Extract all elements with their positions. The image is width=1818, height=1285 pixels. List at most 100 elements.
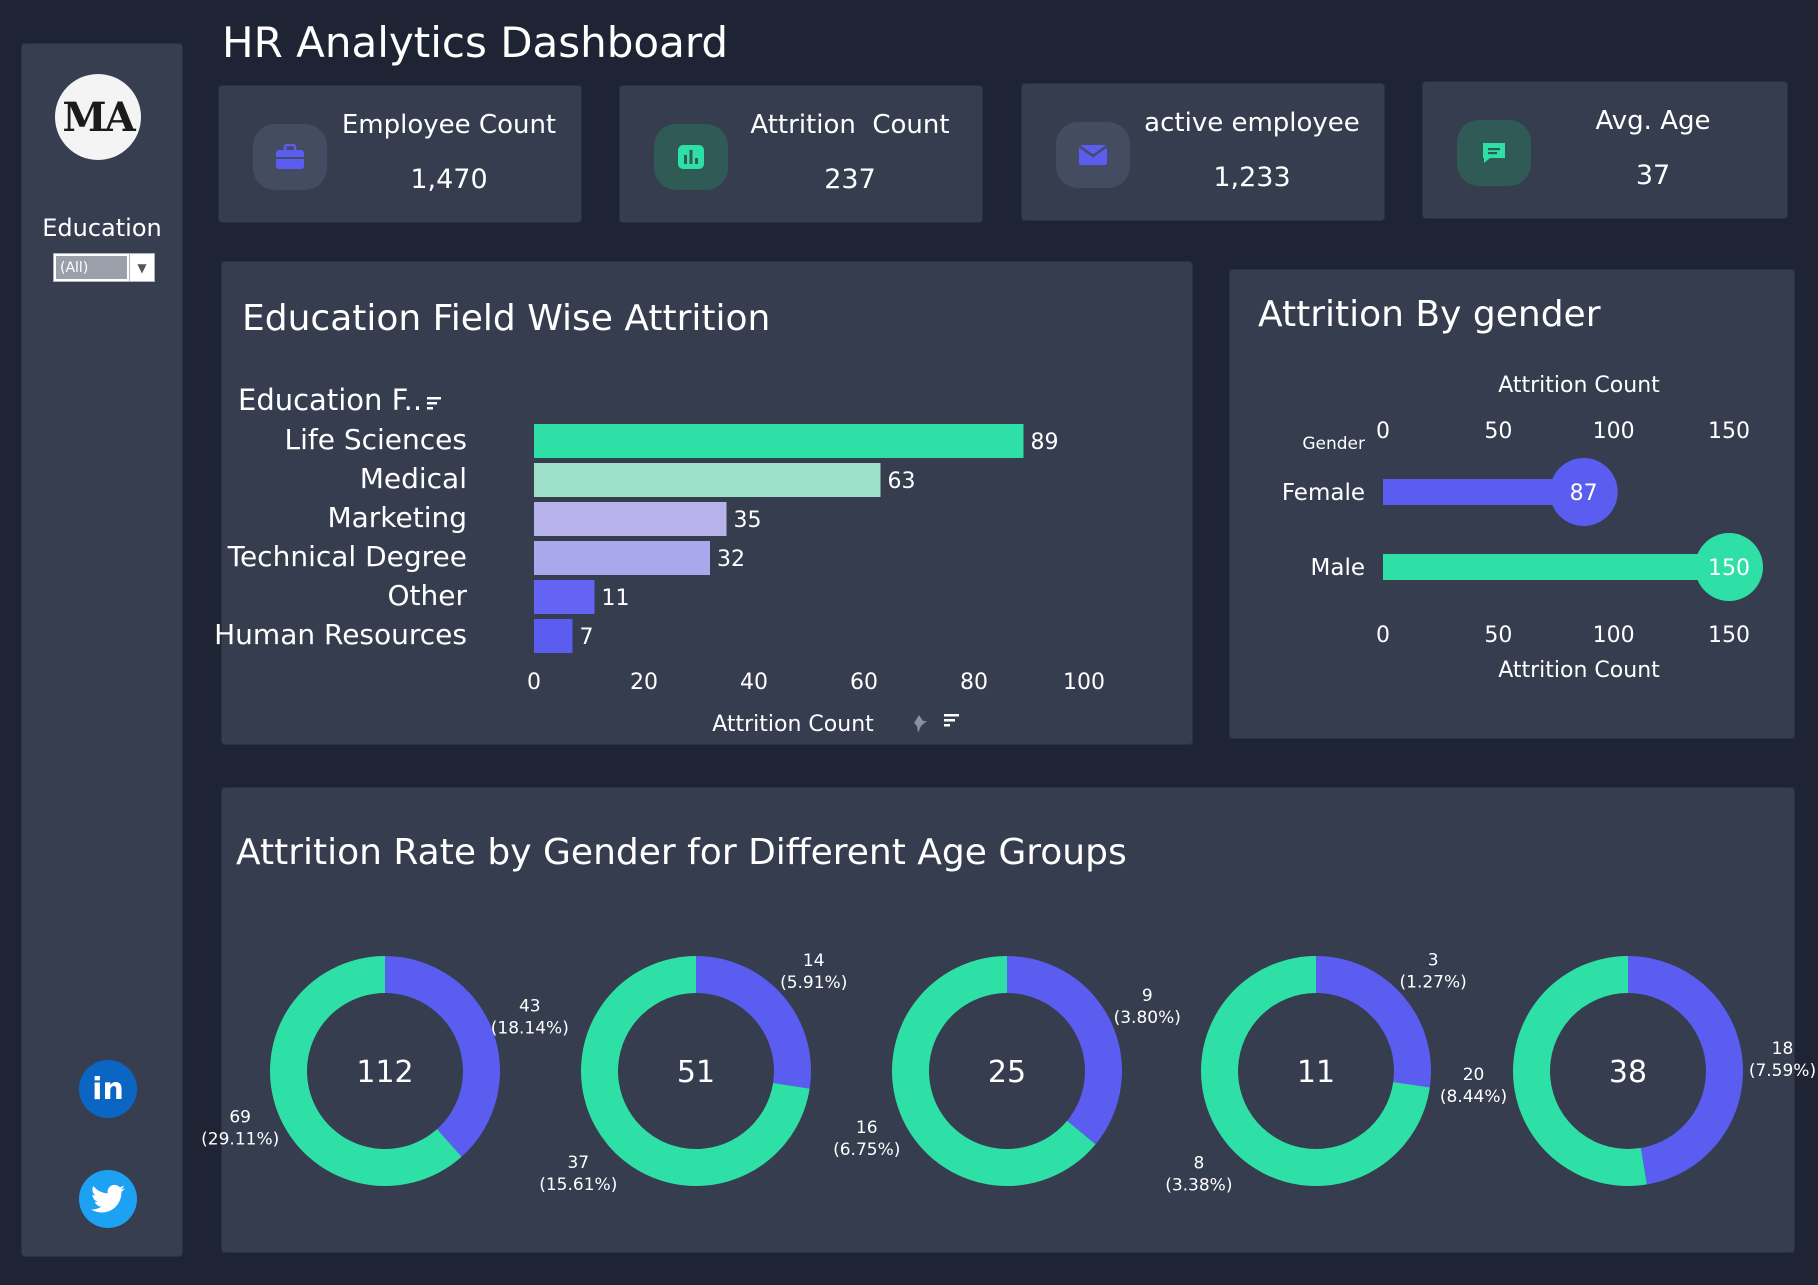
slice-percent-label: (15.61%) xyxy=(539,1175,617,1195)
slice-percent-label: (1.27%) xyxy=(1400,972,1467,992)
age-group-donut-charts: 112 43(18.14%) 69(29.11%) 51 14(5.91%) 37(15.… xyxy=(201,950,1816,1196)
kpi-label: active employee xyxy=(1144,108,1360,138)
sort-icon[interactable] xyxy=(427,397,441,410)
kpi-value: 1,233 xyxy=(1213,162,1291,193)
bar xyxy=(534,541,710,575)
age-group-attrition-panel: Attrition Rate by Gender for Different A… xyxy=(201,788,1816,1252)
donut-total: 112 xyxy=(356,1055,413,1090)
gender-lollipop-chart: Attrition Count Attrition Count Gender 0… xyxy=(1282,373,1763,683)
slice-percent-label: (8.44%) xyxy=(1440,1087,1507,1107)
sidebar: MA Education (All) ▼ in xyxy=(22,44,182,1256)
slice-value-label: 18 xyxy=(1772,1039,1794,1059)
x-tick-label-bottom: 50 xyxy=(1484,623,1512,648)
lollipop-bar xyxy=(1383,554,1729,580)
x-tick-label-top: 50 xyxy=(1484,419,1512,444)
slice-value-label: 8 xyxy=(1193,1154,1204,1174)
kpi-label: Employee Count xyxy=(341,110,557,140)
page-title: HR Analytics Dashboard xyxy=(222,18,729,67)
slice-value-label: 69 xyxy=(229,1107,251,1127)
chevron-down-icon[interactable]: ▼ xyxy=(129,254,154,281)
category-label: Life Sciences xyxy=(285,423,468,456)
bar-chart-icon xyxy=(654,124,728,190)
kpi-label: Attrition Count xyxy=(750,110,950,140)
bar xyxy=(534,580,595,614)
category-label: Marketing xyxy=(327,501,467,534)
x-tick-label-bottom: 150 xyxy=(1708,623,1750,648)
pin-icon[interactable] xyxy=(914,715,927,733)
slice-value-label: 9 xyxy=(1142,986,1153,1006)
donut-total: 11 xyxy=(1297,1055,1335,1090)
logo: MA xyxy=(55,74,141,160)
gender-axis-title: Gender xyxy=(1302,434,1365,454)
slice-percent-label: (5.91%) xyxy=(780,973,847,993)
slice-percent-label: (3.80%) xyxy=(1114,1008,1181,1028)
kpi-value: 237 xyxy=(824,164,876,195)
slice-value-label: 16 xyxy=(856,1118,878,1138)
category-label: Human Resources xyxy=(214,618,467,651)
x-tick-label-top: 0 xyxy=(1376,419,1390,444)
x-tick-label: 0 xyxy=(527,670,541,695)
education-bar-chart: Education F.. Life Sciences 89 Medical 63 Ma… xyxy=(214,383,1105,737)
education-filter-label: Education xyxy=(42,214,162,242)
slice-percent-label: (29.11%) xyxy=(201,1129,279,1149)
x-tick-label: 80 xyxy=(960,670,988,695)
data-label: 32 xyxy=(717,547,745,572)
gender-attrition-panel: Attrition By gender Attrition Count Attr… xyxy=(1230,270,1794,738)
kpi-card-employee-count: Employee Count 1,470 xyxy=(219,86,581,222)
x-tick-label-bottom: 100 xyxy=(1593,623,1635,648)
kpi-value: 1,470 xyxy=(410,164,488,195)
data-label: 150 xyxy=(1708,556,1750,581)
sort-icon[interactable] xyxy=(944,714,959,727)
slice-value-label: 20 xyxy=(1463,1065,1485,1085)
category-label: Male xyxy=(1311,555,1365,581)
x-tick-label-bottom: 0 xyxy=(1376,623,1390,648)
slice-value-label: 3 xyxy=(1428,950,1439,970)
envelope-icon xyxy=(1056,122,1130,188)
bar xyxy=(534,424,1024,458)
data-label: 89 xyxy=(1031,430,1059,455)
twitter-icon[interactable] xyxy=(79,1170,137,1228)
chat-icon xyxy=(1457,120,1531,186)
education-filter-select[interactable]: (All) ▼ xyxy=(53,253,155,282)
data-label: 7 xyxy=(580,625,594,650)
slice-value-label: 14 xyxy=(803,951,825,971)
x-tick-label-top: 150 xyxy=(1708,419,1750,444)
slice-value-label: 43 xyxy=(519,997,541,1017)
slice-percent-label: (7.59%) xyxy=(1749,1061,1816,1081)
x-tick-label: 60 xyxy=(850,670,878,695)
gender-x-axis-label-bottom: Attrition Count xyxy=(1498,658,1660,683)
kpi-card-active-employee: active employee 1,233 xyxy=(1022,84,1384,220)
data-label: 35 xyxy=(734,508,762,533)
slice-percent-label: (18.14%) xyxy=(491,1019,569,1039)
donut-slice xyxy=(1007,956,1122,1145)
education-filter-value: (All) xyxy=(56,256,127,279)
category-label: Female xyxy=(1282,480,1365,506)
kpi-value: 37 xyxy=(1635,160,1671,191)
x-tick-label-top: 100 xyxy=(1593,419,1635,444)
bar xyxy=(534,619,573,653)
slice-percent-label: (6.75%) xyxy=(833,1140,900,1160)
x-tick-label: 100 xyxy=(1063,670,1105,695)
data-label: 63 xyxy=(888,469,916,494)
category-label: Other xyxy=(387,579,467,612)
gender-x-axis-label-top: Attrition Count xyxy=(1498,373,1660,398)
linkedin-icon[interactable]: in xyxy=(79,1060,137,1118)
slice-percent-label: (3.38%) xyxy=(1165,1176,1232,1196)
donut-total: 51 xyxy=(677,1055,715,1090)
education-x-axis-label: Attrition Count xyxy=(712,712,874,737)
briefcase-icon xyxy=(253,124,327,190)
kpi-card-attrition-count: Attrition Count 237 xyxy=(620,86,982,222)
education-axis-title: Education F.. xyxy=(238,383,422,417)
donut-total: 38 xyxy=(1609,1055,1647,1090)
kpi-label: Avg. Age xyxy=(1595,106,1711,136)
x-tick-label: 20 xyxy=(630,670,658,695)
slice-value-label: 37 xyxy=(567,1153,589,1173)
data-label: 11 xyxy=(602,586,630,611)
kpi-card-avg-age: Avg. Age 37 xyxy=(1423,82,1787,218)
bar xyxy=(534,502,727,536)
donut-total: 25 xyxy=(988,1055,1026,1090)
category-label: Technical Degree xyxy=(227,540,467,573)
bar xyxy=(534,463,881,497)
x-tick-label: 40 xyxy=(740,670,768,695)
data-label: 87 xyxy=(1570,481,1598,506)
